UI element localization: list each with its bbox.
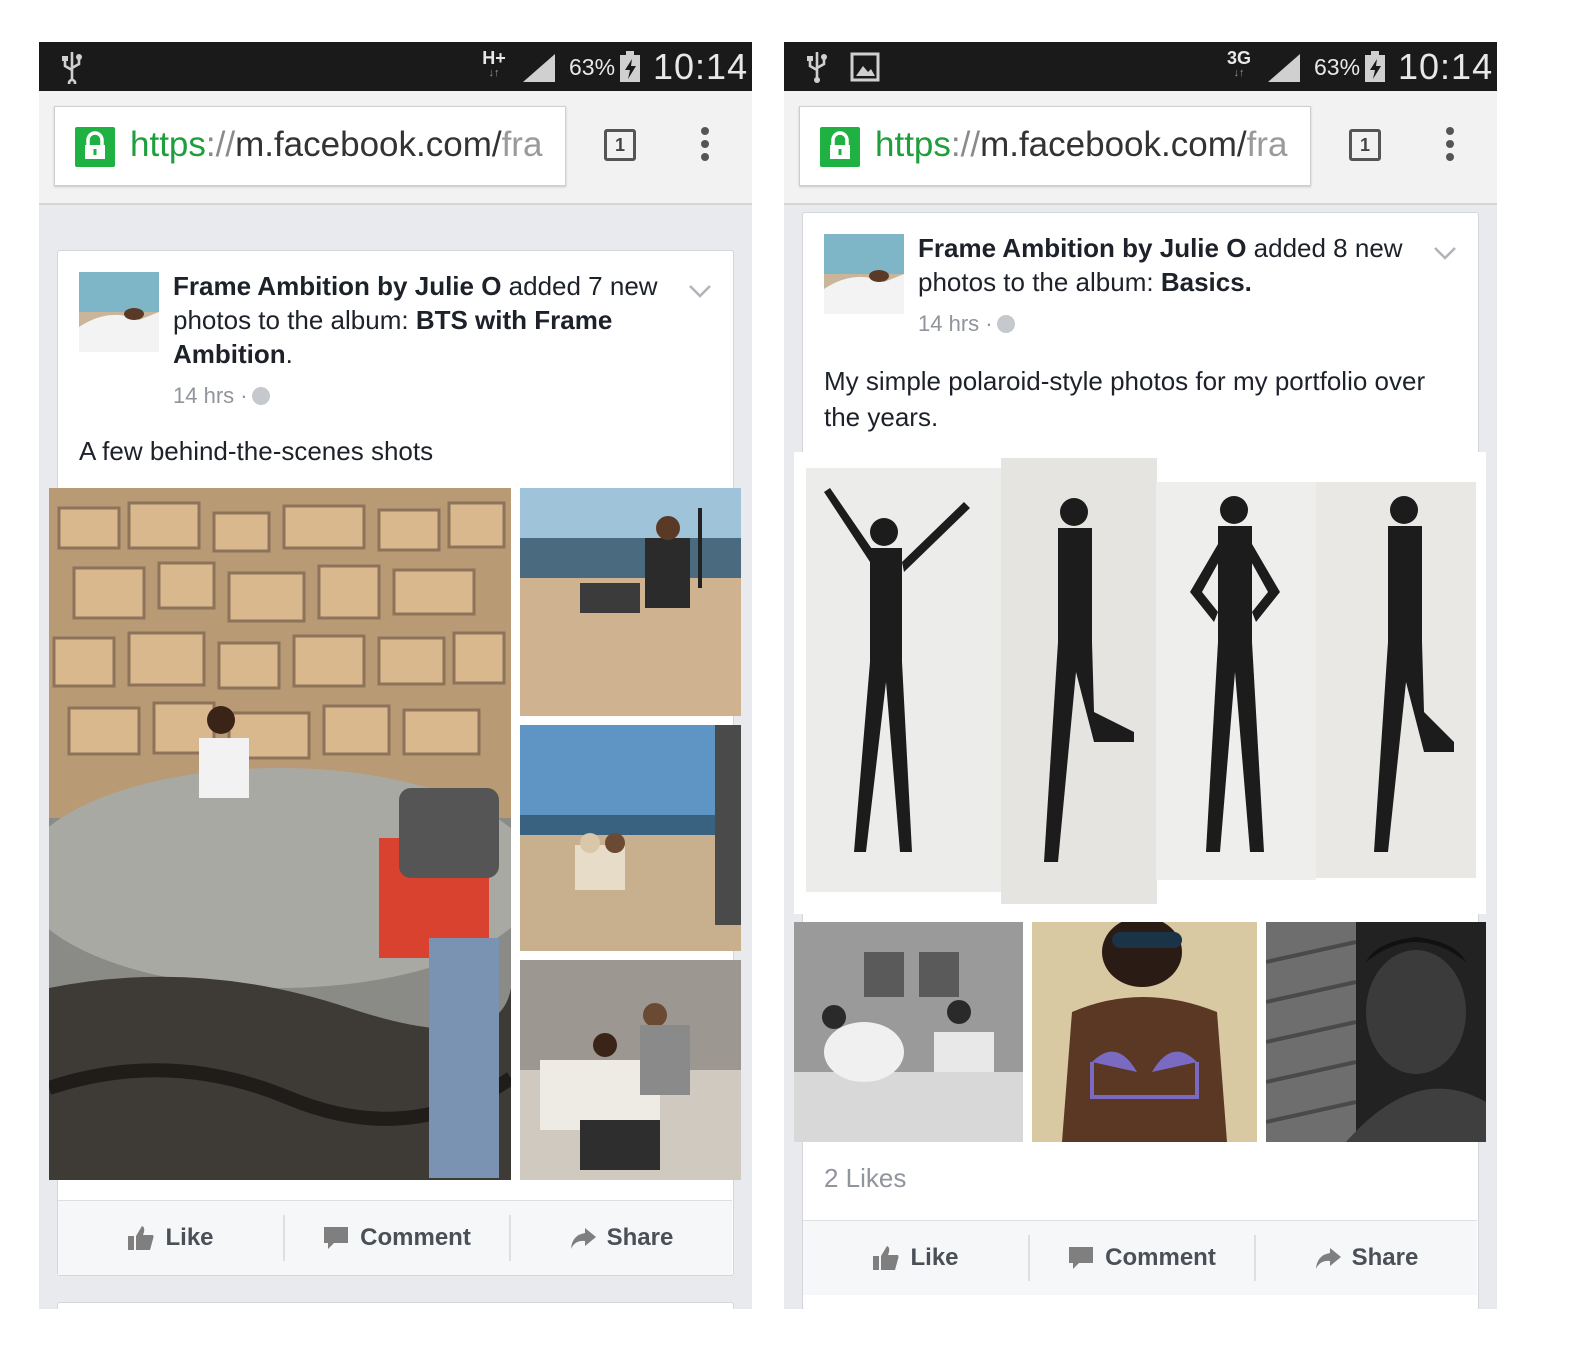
tab-switcher-button[interactable]: 1	[604, 129, 636, 161]
chevron-down-icon[interactable]	[1433, 246, 1457, 260]
browser-toolbar: https://m.facebook.com/fra 1	[784, 91, 1497, 205]
photo-thumb-bikini[interactable]	[1032, 922, 1257, 1142]
browser-toolbar: https://m.facebook.com/fra 1	[39, 91, 752, 205]
next-post-card	[57, 1302, 734, 1309]
post-actions-bar: Like Comment Share	[803, 1220, 1477, 1295]
post-caption: A few behind-the-scenes shots	[79, 436, 434, 466]
post-caption: My simple polaroid-style photos for my p…	[824, 366, 1426, 432]
share-arrow-icon	[570, 1228, 596, 1249]
post-actions-bar: Like Comment Share	[58, 1200, 732, 1275]
photo-thumb-bw-bed[interactable]	[794, 922, 1023, 1142]
clock: 10:14	[1398, 46, 1494, 87]
like-button[interactable]: Like	[58, 1201, 283, 1275]
photo-thumb-bw-portrait[interactable]	[1266, 922, 1486, 1142]
usb-icon	[62, 52, 82, 84]
photo-polaroid-strip[interactable]	[794, 452, 1486, 914]
overflow-menu-icon[interactable]	[1444, 127, 1456, 167]
address-bar[interactable]: https://m.facebook.com/fra	[54, 106, 566, 186]
comment-icon	[1069, 1247, 1094, 1269]
post-header: Frame Ambition by Julie O added 7 new ph…	[173, 271, 658, 369]
page-avatar[interactable]	[824, 234, 904, 314]
clock: 10:14	[653, 46, 749, 87]
chevron-down-icon[interactable]	[688, 284, 712, 298]
lock-icon	[820, 127, 860, 167]
likes-count[interactable]: 2 Likes	[824, 1163, 906, 1194]
post-timestamp: 14 hrs ·	[918, 311, 1015, 337]
page-name-link[interactable]: Frame Ambition by Julie O	[173, 271, 501, 301]
comment-icon	[324, 1227, 349, 1249]
photo-thumb-2[interactable]	[520, 725, 741, 951]
battery-charging-icon	[620, 51, 640, 82]
photo-thumb-3[interactable]	[520, 960, 741, 1180]
post-timestamp: 14 hrs ·	[173, 383, 270, 409]
globe-icon	[251, 387, 270, 405]
thumbs-up-icon	[873, 1246, 899, 1270]
comment-button[interactable]: Comment	[1029, 1221, 1254, 1295]
battery-charging-icon	[1365, 51, 1385, 82]
overflow-menu-icon[interactable]	[699, 127, 711, 167]
tab-switcher-button[interactable]: 1	[1349, 129, 1381, 161]
photo-thumb-1[interactable]	[520, 488, 741, 716]
comment-button[interactable]: Comment	[284, 1201, 509, 1275]
address-bar[interactable]: https://m.facebook.com/fra	[799, 106, 1311, 186]
status-bar: H+ ↓↑ 63% 10:14	[39, 42, 752, 91]
page-avatar[interactable]	[79, 272, 159, 352]
network-type: H+ ↓↑	[482, 48, 506, 79]
url-text: https://m.facebook.com/fra	[130, 125, 543, 164]
share-arrow-icon	[1315, 1248, 1341, 1269]
battery-percent: 63%	[569, 54, 616, 80]
lock-icon	[75, 127, 115, 167]
usb-icon	[807, 52, 827, 83]
signal-icon	[1268, 54, 1300, 82]
url-text: https://m.facebook.com/fra	[875, 125, 1288, 164]
battery-percent: 63%	[1314, 54, 1361, 80]
image-notification-icon	[850, 52, 880, 82]
signal-icon	[523, 54, 555, 82]
status-bar: 3G ↓↑ 63% 10:14	[784, 42, 1497, 91]
page-name-link[interactable]: Frame Ambition by Julie O	[918, 233, 1246, 263]
right-phone-screen: 3G ↓↑ 63% 10:14 https://m.facebook.com/fr…	[784, 42, 1497, 1309]
network-type: 3G ↓↑	[1226, 48, 1251, 79]
like-button[interactable]: Like	[803, 1221, 1028, 1295]
left-phone-screen: H+ ↓↑ 63% 10:14 https://m.facebook.com/fr…	[39, 42, 752, 1309]
globe-icon	[996, 315, 1015, 333]
share-button[interactable]: Share	[1255, 1221, 1477, 1295]
post-header: Frame Ambition by Julie O added 8 new ph…	[918, 233, 1403, 297]
share-button[interactable]: Share	[510, 1201, 732, 1275]
thumbs-up-icon	[128, 1226, 154, 1250]
album-link[interactable]: Basics.	[1161, 267, 1252, 297]
photo-large[interactable]	[49, 488, 511, 1180]
